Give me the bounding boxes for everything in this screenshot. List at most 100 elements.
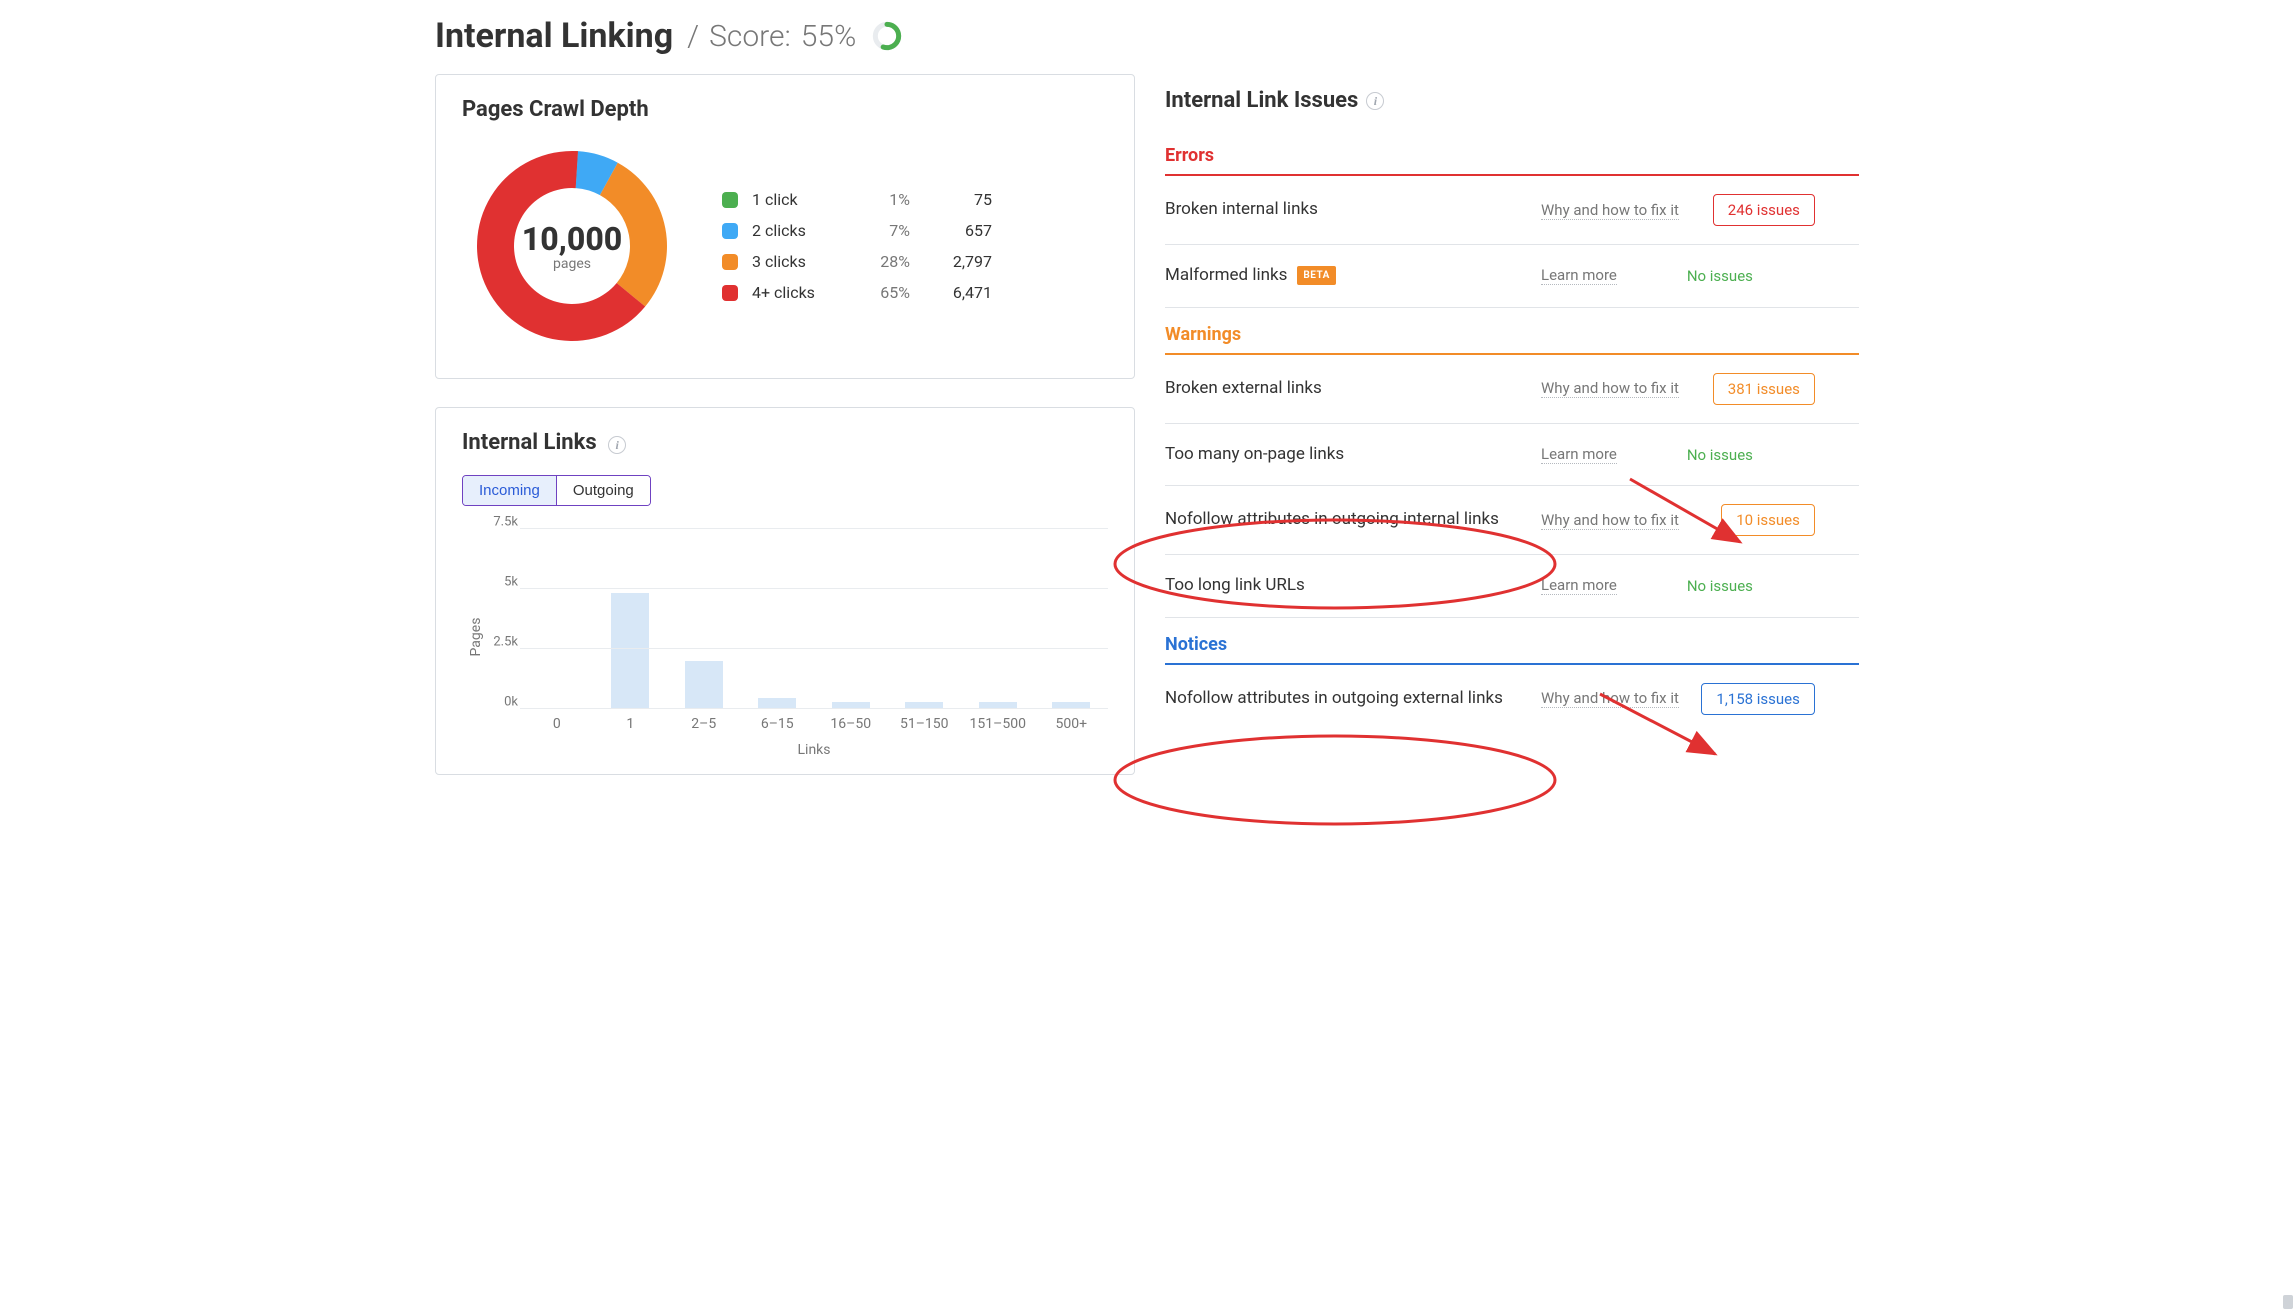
internal-links-tabs: Incoming Outgoing <box>462 475 651 506</box>
score-value: 55% <box>801 19 856 54</box>
internal-links-title: Internal Links i <box>462 430 1108 455</box>
issue-count-button[interactable]: 1,158 issues <box>1701 683 1815 715</box>
issue-row: Broken external links Why and how to fix … <box>1165 355 1859 424</box>
issue-name: Broken external links <box>1165 376 1525 402</box>
no-issues-text: No issues <box>1687 267 1753 285</box>
issue-row: Broken internal links Why and how to fix … <box>1165 176 1859 245</box>
legend-label: 4+ clicks <box>752 283 838 302</box>
issue-status: 1,158 issues <box>1695 683 1815 715</box>
issue-name-text: Malformed links <box>1165 263 1287 289</box>
gridline <box>520 528 1108 529</box>
x-tick: 151–500 <box>961 716 1035 732</box>
scrollbar-thumb[interactable] <box>2283 1295 2293 1309</box>
issues-title-text: Internal Link Issues <box>1165 88 1358 113</box>
y-ticks: 7.5k5k2.5k0k <box>478 522 518 702</box>
legend-count: 2,797 <box>922 252 992 271</box>
x-tick: 2–5 <box>667 716 741 732</box>
issue-name-text: Nofollow attributes in outgoing internal… <box>1165 507 1499 533</box>
score-slash: / <box>687 19 699 54</box>
x-tick: 16–50 <box>814 716 888 732</box>
legend-label: 3 clicks <box>752 252 838 271</box>
bar-column[interactable] <box>594 593 668 708</box>
issue-name: Too long link URLs <box>1165 573 1525 599</box>
issue-name-text: Nofollow attributes in outgoing external… <box>1165 686 1503 712</box>
issue-name-text: Broken external links <box>1165 376 1322 402</box>
issue-name: Nofollow attributes in outgoing internal… <box>1165 507 1525 533</box>
x-tick: 1 <box>594 716 668 732</box>
issue-status: No issues <box>1633 445 1753 464</box>
beta-badge: BETA <box>1297 266 1336 285</box>
issue-row: Too long link URLs Learn more No issues <box>1165 555 1859 618</box>
bar <box>685 661 723 708</box>
score-label: Score: <box>709 19 791 54</box>
page-header: Internal Linking / Score: 55% <box>435 16 1859 56</box>
legend-count: 6,471 <box>922 283 992 302</box>
why-and-how-link[interactable]: Why and how to fix it <box>1541 511 1679 530</box>
learn-more-link[interactable]: Learn more <box>1541 576 1617 595</box>
no-issues-text: No issues <box>1687 577 1753 595</box>
x-axis-label: Links <box>520 742 1108 758</box>
x-tick: 0 <box>520 716 594 732</box>
y-tick: 5k <box>478 575 518 590</box>
crawl-depth-total-label: pages <box>553 256 591 272</box>
issue-count-button[interactable]: 381 issues <box>1713 373 1815 405</box>
crawl-depth-donut[interactable]: 10,000 pages <box>462 136 682 356</box>
gridline <box>520 588 1108 589</box>
legend-swatch <box>722 285 738 301</box>
legend-label: 1 click <box>752 190 838 209</box>
legend-percent: 1% <box>850 190 910 209</box>
legend-percent: 65% <box>850 283 910 302</box>
legend-swatch <box>722 254 738 270</box>
issue-name: Nofollow attributes in outgoing external… <box>1165 686 1525 712</box>
bar <box>611 593 649 708</box>
learn-more-link[interactable]: Learn more <box>1541 445 1617 464</box>
legend-swatch <box>722 192 738 208</box>
why-and-how-link[interactable]: Why and how to fix it <box>1541 379 1679 398</box>
issue-name: Malformed links BETA <box>1165 263 1525 289</box>
legend-count: 75 <box>922 190 992 209</box>
legend-count: 657 <box>922 221 992 240</box>
issue-name-text: Too many on-page links <box>1165 442 1344 468</box>
bar-column[interactable] <box>741 698 815 708</box>
crawl-depth-legend: 1 click1%752 clicks7%6573 clicks28%2,797… <box>722 190 992 302</box>
issue-row: Nofollow attributes in outgoing external… <box>1165 665 1859 733</box>
learn-more-link[interactable]: Learn more <box>1541 266 1617 285</box>
info-icon[interactable]: i <box>608 436 626 454</box>
issue-name-text: Too long link URLs <box>1165 573 1305 599</box>
no-issues-text: No issues <box>1687 446 1753 464</box>
gridline <box>520 708 1108 709</box>
issue-name: Broken internal links <box>1165 197 1525 223</box>
x-tick: 500+ <box>1035 716 1109 732</box>
issues-section-notices: Notices <box>1165 628 1859 665</box>
issue-status: 246 issues <box>1695 194 1815 226</box>
tab-outgoing[interactable]: Outgoing <box>556 476 650 505</box>
crawl-depth-card: Pages Crawl Depth 10,000 pages 1 click 1%… <box>435 74 1135 379</box>
x-tick: 51–150 <box>888 716 962 732</box>
issue-name: Too many on-page links <box>1165 442 1525 468</box>
internal-links-card: Internal Links i Incoming Outgoing Pages… <box>435 407 1135 775</box>
issues-section-warnings: Warnings <box>1165 318 1859 355</box>
issues-title: Internal Link Issues i <box>1165 88 1859 113</box>
bar-column[interactable] <box>667 661 741 708</box>
internal-links-title-text: Internal Links <box>462 430 597 455</box>
score-donut-icon <box>872 21 902 51</box>
tab-incoming[interactable]: Incoming <box>463 476 556 505</box>
issue-count-button[interactable]: 246 issues <box>1713 194 1815 226</box>
bar-plot <box>520 528 1108 708</box>
why-and-how-link[interactable]: Why and how to fix it <box>1541 689 1679 708</box>
info-icon[interactable]: i <box>1366 92 1384 110</box>
issue-status: 10 issues <box>1695 504 1815 536</box>
issues-section-errors: Errors <box>1165 139 1859 176</box>
crawl-depth-total: 10,000 <box>522 220 623 258</box>
bar <box>758 698 796 708</box>
y-tick: 0k <box>478 695 518 710</box>
why-and-how-link[interactable]: Why and how to fix it <box>1541 201 1679 220</box>
x-tick: 6–15 <box>741 716 815 732</box>
crawl-depth-title: Pages Crawl Depth <box>462 97 1108 122</box>
legend-swatch <box>722 223 738 239</box>
issue-status: No issues <box>1633 576 1753 595</box>
gridline <box>520 648 1108 649</box>
x-ticks: 012–56–1516–5051–150151–500500+ <box>520 716 1108 732</box>
legend-percent: 28% <box>850 252 910 271</box>
issue-count-button[interactable]: 10 issues <box>1721 504 1815 536</box>
